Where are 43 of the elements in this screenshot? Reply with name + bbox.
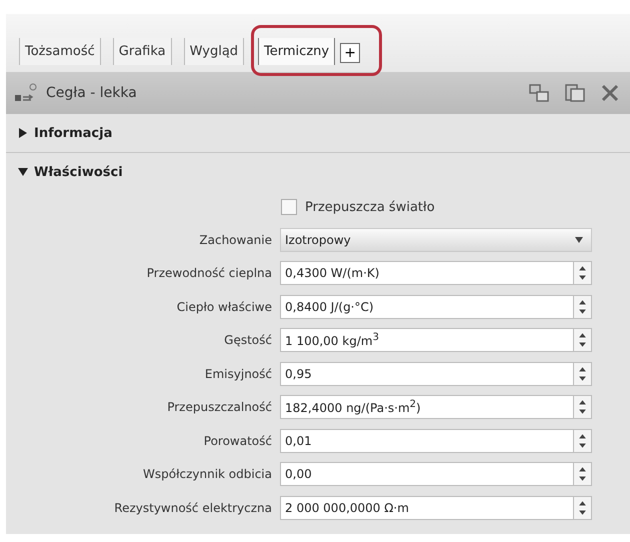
property-label: Rezystywność elektryczna [113,500,273,515]
property-label: Współczynnik odbicia [142,467,273,482]
input-field[interactable]: 0,01 [280,428,574,453]
material-swatch-icon [14,82,38,104]
replace-icon[interactable] [528,83,550,103]
property-label: Ciepło właściwe [176,300,273,314]
property-label: Porowatość [202,434,273,448]
section-title[interactable]: Właściwości [34,164,123,180]
dropdown[interactable]: Izotropowy [280,228,592,252]
input-field[interactable]: 182,4000 ng/(Pa·s·m$^{2}$) [280,395,574,420]
spinner-icon[interactable] [574,395,592,420]
tab[interactable]: Termiczny [258,38,336,65]
spinner-icon[interactable] [574,462,592,486]
spinner-icon[interactable] [574,362,592,386]
dropdown-caret-icon [575,236,583,243]
expanded-triangle-icon[interactable] [18,167,28,177]
input-field[interactable]: 0,4300 W/(m·K) [280,261,574,286]
property-label: Zachowanie [198,232,273,247]
collapsed-triangle-icon[interactable] [18,128,28,138]
input-field[interactable]: 1 100,00 kg/m$^{3}$ [280,328,574,352]
property-label: Gęstość [223,333,273,348]
material-title: Cegła - lekka [46,85,137,101]
tab[interactable]: Grafika [112,38,172,65]
spinner-icon[interactable] [574,496,592,520]
tab[interactable]: Tożsamość [19,38,101,65]
tab[interactable]: Wygląd [184,38,244,65]
input-field[interactable]: 0,00 [280,462,574,486]
input-field[interactable]: 2 000 000,0000 Ω·m [280,496,574,520]
property-label: Emisyjność [204,366,273,381]
spinner-icon[interactable] [574,294,592,319]
property-label: Przepuszczalność [166,400,273,414]
property-label: Przewodność cieplna [146,266,273,280]
spinner-icon[interactable] [574,261,592,286]
section-title[interactable]: Informacja [34,126,112,140]
input-field[interactable]: 0,8400 J/(g·°C) [280,294,574,319]
add-tab-button[interactable]: + [340,43,360,63]
close-icon[interactable] [600,83,620,103]
spinner-icon[interactable] [574,328,592,352]
spinner-icon[interactable] [574,428,592,453]
duplicate-icon[interactable] [564,83,586,103]
checkbox[interactable] [281,199,297,215]
checkbox-label: Przepuszcza światło [305,200,435,214]
input-field[interactable]: 0,95 [280,362,574,386]
